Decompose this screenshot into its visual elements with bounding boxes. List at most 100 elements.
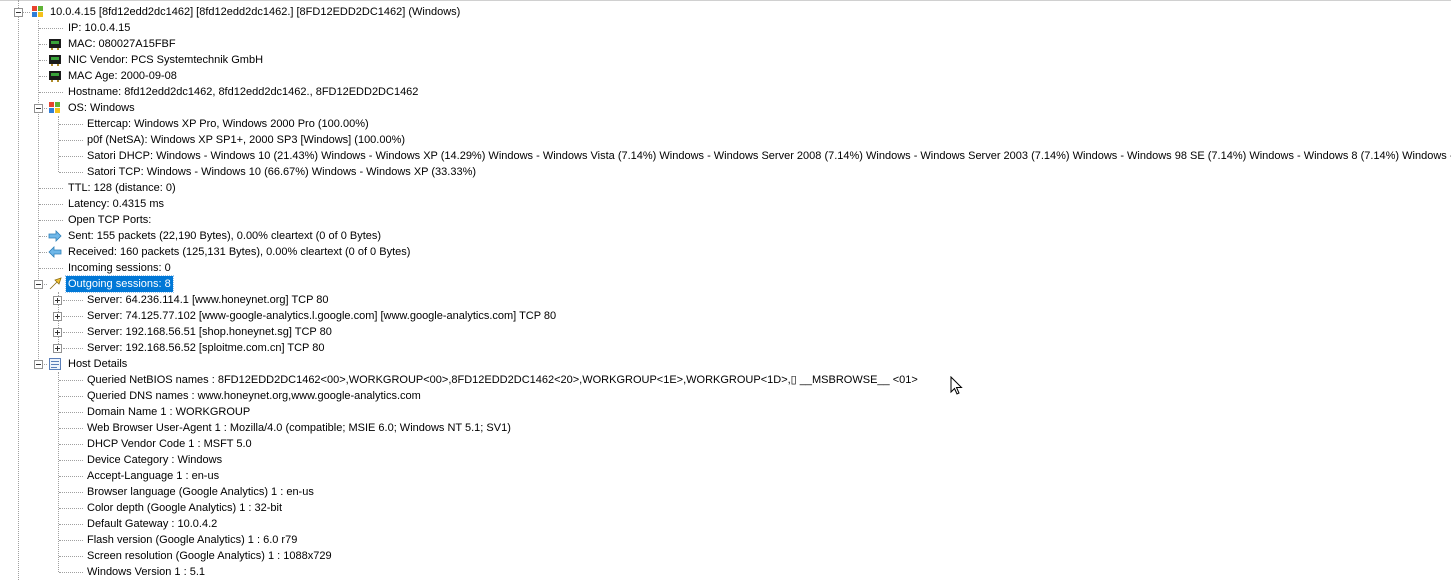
host-detail-label: Domain Name 1 : WORKGROUP: [87, 406, 251, 418]
session-label: Server: 192.168.56.52 [sploitme.com.cn] …: [87, 342, 325, 354]
session-label: Server: 64.236.114.1 [www.honeynet.org] …: [87, 294, 329, 306]
network-card-icon: [49, 39, 61, 50]
host-node[interactable]: 10.0.4.15 [8fd12edd2dc1462] [8fd12edd2dc…: [48, 4, 462, 20]
collapse-host-details-toggle[interactable]: [34, 360, 43, 369]
mac-label: MAC: 080027A15FBF: [68, 38, 176, 50]
host-detail-label: Queried NetBIOS names : 8FD12EDD2DC1462<…: [87, 374, 918, 386]
connector: [63, 348, 83, 349]
host-detail-label: Flash version (Google Analytics) 1 : 6.0…: [87, 534, 298, 546]
connector: [59, 444, 83, 445]
host-detail-item[interactable]: Flash version (Google Analytics) 1 : 6.0…: [85, 532, 299, 548]
host-detail-item[interactable]: Browser language (Google Analytics) 1 : …: [85, 484, 316, 500]
connector: [59, 508, 83, 509]
host-detail-item[interactable]: Queried NetBIOS names : 8FD12EDD2DC1462<…: [85, 372, 920, 388]
ttl-node[interactable]: TTL: 128 (distance: 0): [66, 180, 178, 196]
connector: [59, 396, 83, 397]
host-detail-item[interactable]: Color depth (Google Analytics) 1 : 32-bi…: [85, 500, 284, 516]
received-node[interactable]: Received: 160 packets (125,131 Bytes), 0…: [66, 244, 412, 260]
connector: [39, 60, 47, 61]
connector: [39, 28, 63, 29]
host-detail-item[interactable]: Web Browser User-Agent 1 : Mozilla/4.0 (…: [85, 420, 513, 436]
sent-node[interactable]: Sent: 155 packets (22,190 Bytes), 0.00% …: [66, 228, 383, 244]
connector: [59, 172, 83, 173]
host-detail-label: Browser language (Google Analytics) 1 : …: [87, 486, 314, 498]
ip-label: IP: 10.0.4.15: [68, 22, 131, 34]
outgoing-sessions-node[interactable]: Outgoing sessions: 8: [65, 275, 174, 293]
connector: [59, 124, 83, 125]
os-fingerprint-label: Ettercap: Windows XP Pro, Windows 2000 P…: [87, 118, 369, 130]
connector: [59, 156, 83, 157]
host-detail-item[interactable]: Default Gateway : 10.0.4.2: [85, 516, 219, 532]
connector: [59, 556, 83, 557]
incoming-sessions-label: Incoming sessions: 0: [68, 262, 171, 274]
connector: [39, 236, 47, 237]
outgoing-sessions-label: Outgoing sessions: 8: [65, 275, 174, 293]
ip-node[interactable]: IP: 10.0.4.15: [66, 20, 132, 36]
top-divider: [0, 0, 1451, 1]
incoming-sessions-node[interactable]: Incoming sessions: 0: [66, 260, 173, 276]
mac-age-node[interactable]: MAC Age: 2000-09-08: [66, 68, 179, 84]
host-detail-label: Windows Version 1 : 5.1: [87, 566, 206, 578]
host-detail-item[interactable]: Windows Version 1 : 5.1: [85, 564, 207, 580]
windows-flag-icon: [32, 6, 43, 17]
latency-label: Latency: 0.4315 ms: [68, 198, 165, 210]
session-item[interactable]: Server: 74.125.77.102 [www-google-analyt…: [85, 308, 558, 324]
network-card-icon: [49, 55, 61, 66]
arrow-right-icon: [48, 230, 62, 242]
expand-session-toggle[interactable]: [53, 328, 62, 337]
os-fingerprint-item[interactable]: Satori TCP: Windows - Windows 10 (66.67%…: [85, 164, 478, 180]
mac-age-label: MAC Age: 2000-09-08: [68, 70, 177, 82]
host-details-node[interactable]: Host Details: [66, 356, 129, 372]
os-fingerprint-item[interactable]: Satori DHCP: Windows - Windows 10 (21.43…: [85, 148, 1451, 164]
host-detail-label: Queried DNS names : www.honeynet.org,www…: [87, 390, 421, 402]
connector: [59, 412, 83, 413]
collapse-host-toggle[interactable]: [14, 8, 23, 17]
connector: [39, 188, 63, 189]
connector: [63, 332, 83, 333]
os-fingerprint-label: Satori DHCP: Windows - Windows 10 (21.43…: [87, 150, 1451, 162]
connector: [59, 524, 83, 525]
connector: [59, 140, 83, 141]
hostname-node[interactable]: Hostname: 8fd12edd2dc1462, 8fd12edd2dc14…: [66, 84, 420, 100]
host-detail-label: Accept-Language 1 : en-us: [87, 470, 220, 482]
connector: [39, 220, 63, 221]
host-detail-item[interactable]: Domain Name 1 : WORKGROUP: [85, 404, 252, 420]
session-item[interactable]: Server: 192.168.56.52 [sploitme.com.cn] …: [85, 340, 326, 356]
latency-node[interactable]: Latency: 0.4315 ms: [66, 196, 166, 212]
session-item[interactable]: Server: 192.168.56.51 [shop.honeynet.sg]…: [85, 324, 334, 340]
nic-vendor-node[interactable]: NIC Vendor: PCS Systemtechnik GmbH: [66, 52, 265, 68]
expand-session-toggle[interactable]: [53, 344, 62, 353]
os-fingerprint-item[interactable]: Ettercap: Windows XP Pro, Windows 2000 P…: [85, 116, 371, 132]
host-detail-item[interactable]: Screen resolution (Google Analytics) 1 :…: [85, 548, 334, 564]
host-detail-item[interactable]: Queried DNS names : www.honeynet.org,www…: [85, 388, 423, 404]
os-node[interactable]: OS: Windows: [66, 100, 137, 116]
connector: [59, 572, 83, 573]
host-detail-label: Device Category : Windows: [87, 454, 223, 466]
outgoing-arrow-icon: [49, 277, 62, 290]
host-detail-item[interactable]: Accept-Language 1 : en-us: [85, 468, 221, 484]
connector: [59, 476, 83, 477]
connector: [39, 76, 47, 77]
os-label: OS: Windows: [68, 102, 135, 114]
details-connector-line: [58, 372, 59, 572]
host-detail-label: Color depth (Google Analytics) 1 : 32-bi…: [87, 502, 283, 514]
host-detail-item[interactable]: Device Category : Windows: [85, 452, 224, 468]
collapse-outgoing-toggle[interactable]: [34, 280, 43, 289]
session-label: Server: 74.125.77.102 [www-google-analyt…: [87, 310, 557, 322]
mac-node[interactable]: MAC: 080027A15FBF: [66, 36, 178, 52]
host-tree-view[interactable]: 10.0.4.15 [8fd12edd2dc1462] [8fd12edd2dc…: [0, 0, 1451, 580]
connector: [39, 204, 63, 205]
expand-session-toggle[interactable]: [53, 312, 62, 321]
connector: [22, 12, 30, 13]
windows-flag-icon: [49, 102, 60, 113]
session-item[interactable]: Server: 64.236.114.1 [www.honeynet.org] …: [85, 292, 331, 308]
expand-session-toggle[interactable]: [53, 296, 62, 305]
open-tcp-ports-node[interactable]: Open TCP Ports:: [66, 212, 153, 228]
connector: [63, 316, 83, 317]
collapse-os-toggle[interactable]: [34, 104, 43, 113]
host-detail-item[interactable]: DHCP Vendor Code 1 : MSFT 5.0: [85, 436, 254, 452]
os-fingerprint-item[interactable]: p0f (NetSA): Windows XP SP1+, 2000 SP3 […: [85, 132, 407, 148]
nic-vendor-label: NIC Vendor: PCS Systemtechnik GmbH: [68, 54, 264, 66]
host-node-label: 10.0.4.15 [8fd12edd2dc1462] [8fd12edd2dc…: [50, 6, 461, 18]
os-fingerprint-label: Satori TCP: Windows - Windows 10 (66.67%…: [87, 166, 477, 178]
